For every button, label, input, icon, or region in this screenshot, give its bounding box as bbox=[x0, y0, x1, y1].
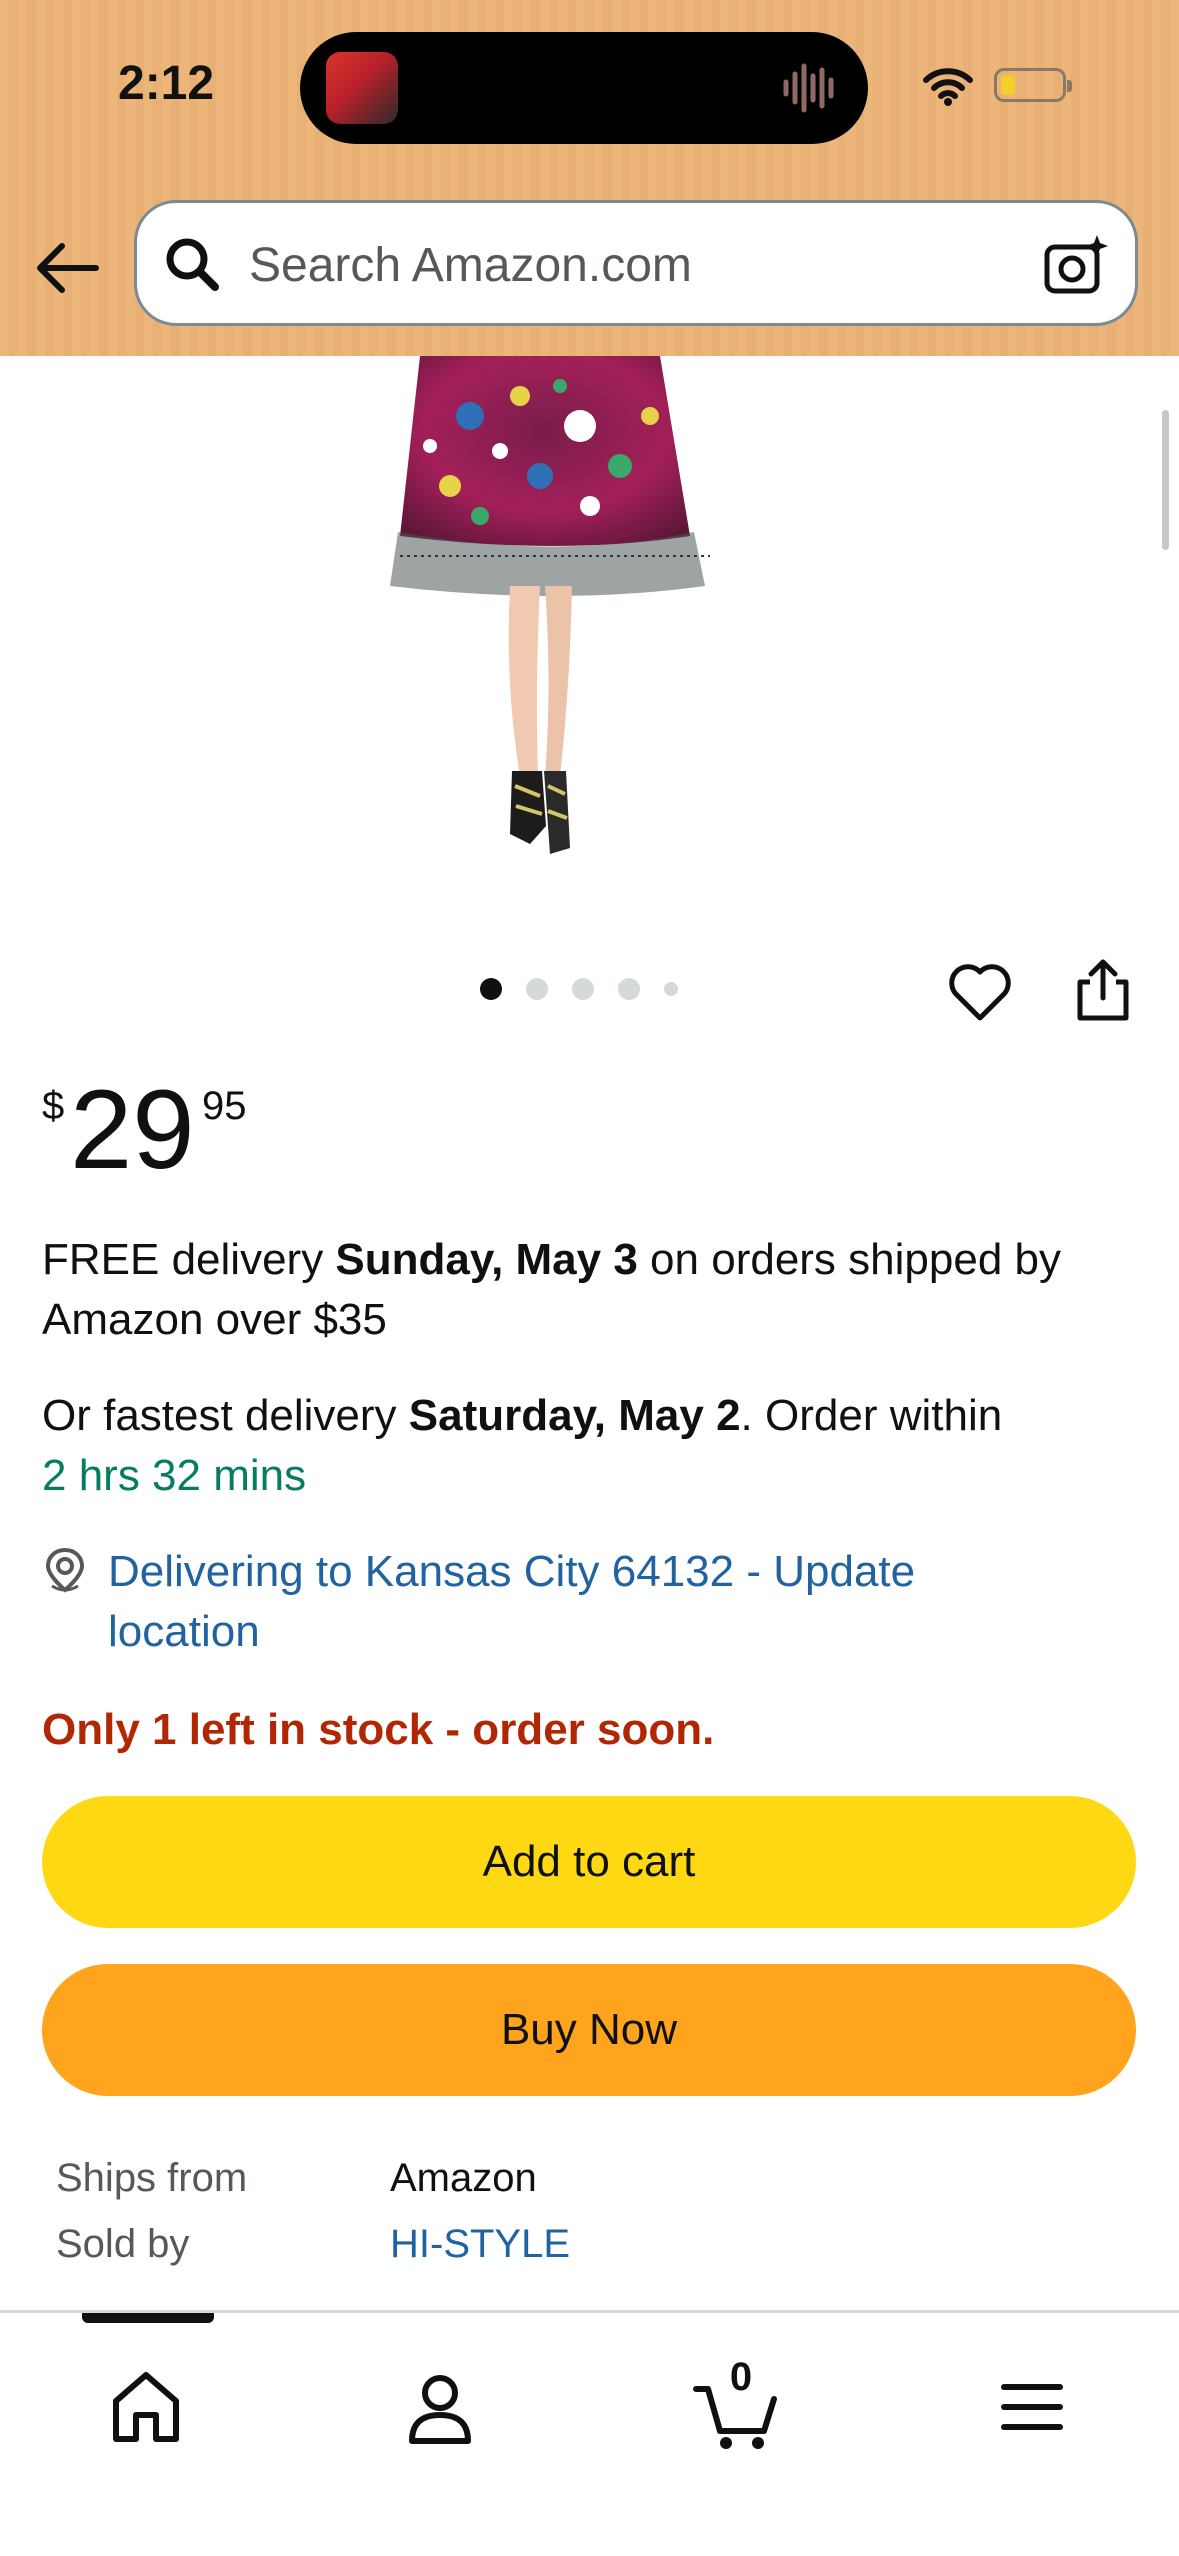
location-pin-icon bbox=[45, 1547, 85, 1593]
cart-button[interactable]: 0 bbox=[688, 2355, 788, 2457]
search-icon bbox=[166, 238, 219, 291]
price-currency: $ bbox=[42, 1084, 65, 1128]
update-location-link[interactable]: Delivering to Kansas City 64132 - Update… bbox=[108, 1542, 1068, 1662]
dynamic-island[interactable] bbox=[300, 32, 868, 144]
search-bar[interactable] bbox=[134, 200, 1138, 326]
free-delivery-prefix: FREE delivery bbox=[42, 1235, 336, 1284]
active-tab-indicator bbox=[82, 2313, 214, 2323]
delivery-countdown: 2 hrs 32 mins bbox=[42, 1451, 307, 1500]
battery-level bbox=[1001, 75, 1015, 95]
app-header: 2:12 bbox=[0, 0, 1179, 356]
back-button[interactable] bbox=[32, 232, 104, 304]
status-time: 2:12 bbox=[118, 57, 215, 110]
ships-from-value: Amazon bbox=[390, 2156, 537, 2200]
home-icon[interactable] bbox=[96, 2357, 196, 2457]
account-icon[interactable] bbox=[390, 2357, 490, 2457]
stock-status: Only 1 left in stock - order soon. bbox=[42, 1705, 715, 1754]
menu-icon[interactable] bbox=[982, 2357, 1082, 2457]
battery-icon bbox=[994, 68, 1072, 102]
audio-wave-icon bbox=[783, 63, 834, 113]
add-to-cart-button[interactable]: Add to cart bbox=[42, 1796, 1136, 1928]
carousel-dot[interactable] bbox=[480, 978, 502, 1000]
bottom-navigation: 0 bbox=[0, 2310, 1179, 2556]
carousel-dot[interactable] bbox=[664, 982, 678, 996]
fastest-delivery-info: Or fastest delivery Saturday, May 2. Ord… bbox=[42, 1386, 1142, 1506]
carousel-dot[interactable] bbox=[572, 978, 594, 1000]
product-image[interactable] bbox=[360, 356, 740, 876]
wishlist-heart-icon[interactable] bbox=[946, 958, 1014, 1026]
cart-count-badge: 0 bbox=[729, 2355, 753, 2399]
image-carousel-dots[interactable] bbox=[480, 978, 678, 1000]
sold-by-label: Sold by bbox=[56, 2222, 190, 2266]
price-fraction: 95 bbox=[202, 1084, 247, 1128]
fast-delivery-prefix: Or fastest delivery bbox=[42, 1391, 409, 1440]
carousel-dot[interactable] bbox=[618, 978, 640, 1000]
camera-search-icon[interactable] bbox=[1043, 233, 1109, 299]
carousel-dot[interactable] bbox=[526, 978, 548, 1000]
search-input[interactable] bbox=[247, 227, 1021, 303]
now-playing-thumbnail bbox=[326, 52, 398, 124]
ships-from-label: Ships from bbox=[56, 2156, 248, 2200]
scroll-indicator[interactable] bbox=[1162, 410, 1169, 550]
seller-link[interactable]: HI-STYLE bbox=[390, 2216, 570, 2272]
share-icon[interactable] bbox=[1072, 956, 1134, 1024]
fast-delivery-suffix: . Order within bbox=[740, 1391, 1003, 1440]
fast-delivery-date: Saturday, May 2 bbox=[408, 1391, 741, 1440]
free-delivery-date: Sunday, May 3 bbox=[335, 1235, 638, 1284]
buy-now-button[interactable]: Buy Now bbox=[42, 1964, 1136, 2096]
free-delivery-info: FREE delivery Sunday, May 3 on orders sh… bbox=[42, 1230, 1132, 1350]
price-whole: 29 bbox=[70, 1067, 195, 1192]
wifi-icon bbox=[923, 68, 973, 106]
